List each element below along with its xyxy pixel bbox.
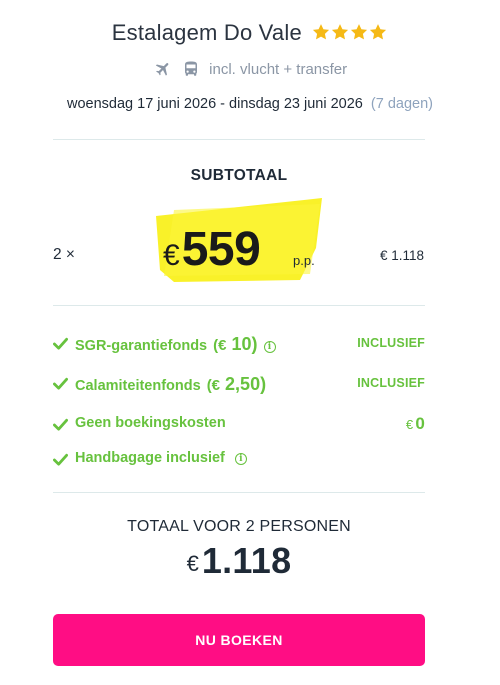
feature-price: €0 (405, 414, 425, 433)
divider (53, 492, 425, 493)
feature-sgr: SGR-garantiefonds (€ 10) i INCLUSIEF (53, 334, 425, 358)
feature-calamiteiten: Calamiteitenfonds (€ 2,50) INCLUSIEF (53, 374, 425, 398)
transport-info: incl. vlucht + transfer (0, 60, 500, 78)
divider (53, 139, 425, 140)
price-currency: € (163, 239, 180, 272)
total-amount: 1.118 (201, 540, 292, 581)
feature-label: Handbagage inclusief i (75, 450, 247, 466)
total-currency: € (186, 551, 199, 576)
check-icon (53, 453, 68, 466)
subtotal-label: SUBTOTAAL (190, 167, 288, 184)
feature-status: INCLUSIEF (357, 376, 425, 390)
star-rating (312, 22, 388, 48)
star-icon (370, 24, 387, 40)
bus-icon (185, 61, 197, 76)
feature-amount: (€ 2,50) (206, 374, 267, 394)
total-label: TOTAAL VOOR 2 PERSONEN (127, 518, 351, 535)
airplane-icon (155, 63, 169, 76)
date-range: woensdag 17 juni 2026 - dinsdag 23 juni … (67, 96, 363, 112)
feature-handbagage: Handbagage inclusief i (53, 450, 425, 474)
info-icon[interactable]: i (263, 341, 276, 353)
check-icon (53, 337, 68, 350)
trip-duration: (7 dagen) (370, 96, 433, 112)
line-total: € 1.118 (379, 248, 424, 263)
travel-dates: woensdag 17 juni 2026 - dinsdag 23 juni … (0, 96, 500, 112)
info-icon[interactable]: i (234, 453, 247, 465)
star-icon (351, 24, 368, 40)
feature-label: Calamiteitenfonds (€ 2,50) (75, 374, 267, 394)
hotel-title: Estalagem Do Vale (0, 20, 500, 48)
quantity: 2 × (53, 246, 75, 263)
check-icon (53, 377, 68, 390)
star-icon (313, 24, 330, 40)
feature-status: INCLUSIEF (357, 336, 425, 350)
feature-label: Geen boekingskosten (75, 415, 226, 431)
total-price: €1.118 (0, 540, 478, 582)
price-per-person: €559 (163, 222, 261, 277)
feature-label: SGR-garantiefonds (€ 10) i (75, 334, 276, 355)
star-icon (332, 24, 349, 40)
per-person-label: p.p. (293, 253, 315, 268)
divider (53, 305, 425, 306)
feature-boekingskosten: Geen boekingskosten €0 (53, 414, 425, 439)
transport-text: incl. vlucht + transfer (209, 61, 348, 78)
price-value: 559 (181, 223, 261, 276)
check-icon (53, 418, 68, 431)
hotel-name: Estalagem Do Vale (111, 20, 302, 45)
feature-amount: (€ 10) (213, 334, 258, 354)
book-now-button[interactable]: NU BOEKEN (53, 614, 425, 666)
